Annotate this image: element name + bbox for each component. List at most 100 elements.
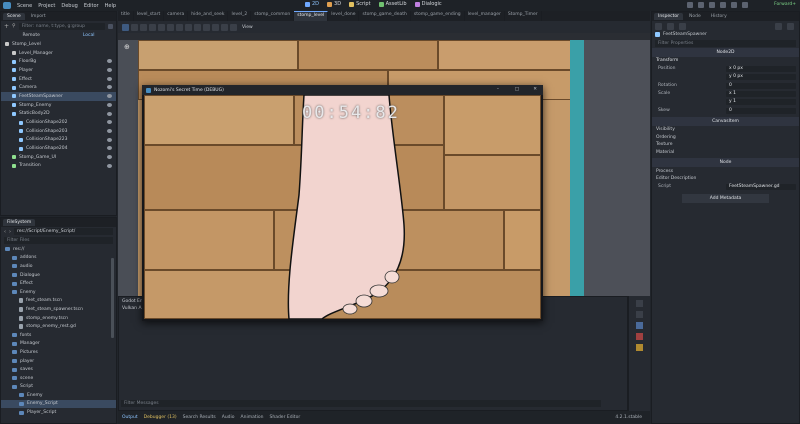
visibility-eye-icon[interactable] bbox=[107, 85, 112, 90]
copy-output-icon[interactable] bbox=[636, 311, 643, 318]
pivot-tool-icon[interactable] bbox=[167, 23, 174, 31]
tab-history[interactable]: History bbox=[707, 13, 731, 20]
file-item[interactable]: stomp_enemy_rest.gd bbox=[1, 322, 116, 331]
tab-filesystem[interactable]: FileSystem bbox=[3, 219, 36, 226]
scene-node[interactable]: Effect bbox=[1, 75, 116, 84]
scene-node[interactable]: CollisionShape204 bbox=[1, 144, 116, 153]
visibility-eye-icon[interactable] bbox=[107, 111, 112, 116]
snap-icon[interactable] bbox=[194, 23, 201, 31]
local-toggle[interactable]: Local bbox=[83, 33, 95, 38]
visibility-eye-icon[interactable] bbox=[107, 163, 112, 168]
warning-filter-icon[interactable] bbox=[636, 344, 643, 351]
scene-tab[interactable]: Stomp_Timer bbox=[505, 11, 542, 21]
folder-item[interactable]: Enemy bbox=[1, 391, 116, 400]
play-custom-icon[interactable] bbox=[742, 2, 748, 8]
tab-shader-editor[interactable]: Shader Editor bbox=[269, 415, 300, 420]
scene-tab[interactable]: stomp_common bbox=[251, 11, 295, 21]
property-value[interactable]: y 0 px bbox=[726, 74, 796, 81]
script-value[interactable]: FeetSteamSpawner.gd bbox=[726, 183, 796, 190]
tab-inspector[interactable]: Inspector bbox=[654, 13, 683, 20]
folder-item[interactable]: res:// bbox=[1, 245, 116, 254]
folder-item[interactable]: scene bbox=[1, 374, 116, 383]
main-screen-3d[interactable]: 3D bbox=[327, 1, 341, 7]
inspector-section[interactable]: Process bbox=[652, 167, 799, 175]
folder-item[interactable]: player bbox=[1, 357, 116, 366]
ruler-tool-icon[interactable] bbox=[185, 23, 192, 31]
node-header[interactable]: Node bbox=[652, 158, 799, 168]
new-resource-icon[interactable] bbox=[655, 23, 662, 30]
main-screen-assetlib[interactable]: AssetLib bbox=[378, 1, 407, 7]
property-value[interactable]: x 0 px bbox=[726, 65, 796, 72]
scene-node[interactable]: FloorBg bbox=[1, 57, 116, 66]
group-icon[interactable] bbox=[221, 23, 228, 31]
history-back-icon[interactable] bbox=[775, 23, 782, 30]
scene-tab[interactable]: stomp_level bbox=[294, 11, 329, 21]
folder-item[interactable]: Enemy bbox=[1, 288, 116, 297]
scene-node[interactable]: CollisionShape203 bbox=[1, 127, 116, 136]
visibility-eye-icon[interactable] bbox=[107, 59, 112, 64]
canvasitem-header[interactable]: CanvasItem bbox=[652, 116, 799, 126]
inspector-section[interactable]: Visibility bbox=[652, 126, 799, 134]
scene-node[interactable]: Stomp_Enemy bbox=[1, 101, 116, 110]
stop-icon[interactable] bbox=[709, 2, 715, 8]
folder-item[interactable]: Effect bbox=[1, 279, 116, 288]
scene-tab[interactable]: stomp_game_death bbox=[359, 11, 411, 21]
folder-item[interactable]: Script bbox=[1, 383, 116, 392]
scene-node[interactable]: CollisionShape202 bbox=[1, 118, 116, 127]
scene-tab[interactable]: level_2 bbox=[228, 11, 252, 21]
menu-help[interactable]: Help bbox=[105, 3, 116, 9]
inspector-section[interactable]: Editor Description bbox=[652, 175, 799, 183]
maximize-button[interactable]: □ bbox=[515, 87, 519, 92]
play-icon[interactable] bbox=[687, 2, 693, 8]
folder-item[interactable]: Dialogue bbox=[1, 271, 116, 280]
scene-tab[interactable]: title bbox=[118, 11, 134, 21]
folder-item[interactable]: Enemy_Script bbox=[1, 399, 116, 409]
play-scene-icon[interactable] bbox=[731, 2, 737, 8]
forward-icon[interactable]: › bbox=[9, 229, 11, 235]
clear-output-icon[interactable] bbox=[636, 300, 643, 307]
open-resource-icon[interactable] bbox=[667, 23, 674, 30]
bone-icon[interactable] bbox=[230, 23, 237, 31]
visibility-eye-icon[interactable] bbox=[107, 146, 112, 151]
folder-item[interactable]: saves bbox=[1, 365, 116, 374]
move-tool-icon[interactable] bbox=[131, 23, 138, 31]
node2d-header[interactable]: Node2D bbox=[652, 48, 799, 57]
filesystem-filter-input[interactable]: Filter Files bbox=[4, 237, 113, 244]
folder-item[interactable]: addons bbox=[1, 254, 116, 263]
error-filter-icon[interactable] bbox=[636, 333, 643, 340]
folder-item[interactable]: audio bbox=[1, 262, 116, 271]
link-icon[interactable]: ⚲ bbox=[12, 23, 16, 29]
grid-icon[interactable] bbox=[203, 23, 210, 31]
history-forward-icon[interactable] bbox=[787, 23, 794, 30]
scene-filter-input[interactable]: Filter: name, t:type, g:group bbox=[18, 22, 105, 30]
zoom-plus-icon[interactable]: ⊕ bbox=[124, 43, 130, 51]
scene-tab[interactable]: camera bbox=[164, 11, 189, 21]
visibility-eye-icon[interactable] bbox=[107, 68, 112, 73]
scene-tab[interactable]: level_start bbox=[134, 11, 165, 21]
rotate-tool-icon[interactable] bbox=[140, 23, 147, 31]
folder-item[interactable]: Pictures bbox=[1, 348, 116, 357]
scene-node[interactable]: CollisionShape223 bbox=[1, 136, 116, 145]
visibility-eye-icon[interactable] bbox=[107, 94, 112, 99]
file-item[interactable]: feet_steam.tscn bbox=[1, 297, 116, 306]
scene-node[interactable]: Stomp_Level bbox=[1, 40, 116, 49]
visibility-eye-icon[interactable] bbox=[107, 128, 112, 133]
scene-node[interactable]: FeetSteamSpawner bbox=[1, 92, 116, 101]
menu-editor[interactable]: Editor bbox=[84, 3, 99, 9]
visibility-eye-icon[interactable] bbox=[107, 154, 112, 159]
transform-section[interactable]: Transform bbox=[652, 57, 799, 65]
scene-node[interactable]: Player bbox=[1, 66, 116, 75]
scene-tab[interactable]: level_manager bbox=[465, 11, 505, 21]
back-icon[interactable]: ‹ bbox=[4, 229, 6, 235]
folder-item[interactable]: Manager bbox=[1, 340, 116, 349]
folder-item[interactable]: fonts bbox=[1, 331, 116, 340]
visibility-eye-icon[interactable] bbox=[107, 120, 112, 125]
tab-scene[interactable]: Scene bbox=[3, 13, 25, 20]
inspector-section[interactable]: Material bbox=[652, 149, 799, 157]
tab-search-results[interactable]: Search Results bbox=[183, 415, 216, 420]
filesystem-scrollbar[interactable] bbox=[111, 258, 114, 338]
pause-icon[interactable] bbox=[698, 2, 704, 8]
script-attach-icon[interactable] bbox=[108, 23, 113, 29]
property-value[interactable]: 0 bbox=[726, 107, 796, 114]
menu-scene[interactable]: Scene bbox=[17, 3, 32, 9]
